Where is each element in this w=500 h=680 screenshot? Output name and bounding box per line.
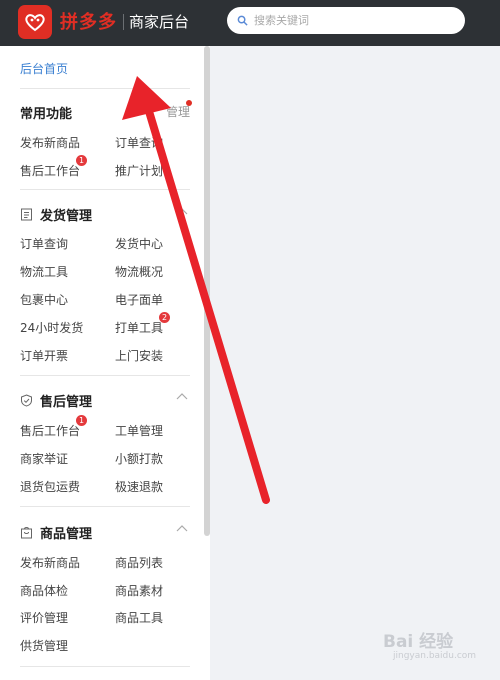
brand-divider [123,14,124,30]
divider [20,88,190,89]
badge-count: 1 [76,155,87,166]
search-input[interactable] [254,14,454,27]
manage-button[interactable]: 管理 [166,103,190,120]
search-box[interactable] [227,7,465,34]
chevron-up-icon[interactable] [176,207,188,215]
menu-item-supply-management[interactable]: 供货管理 [20,637,68,654]
divider [20,189,190,190]
badge-count: 1 [76,415,87,426]
divider [20,506,190,507]
pinduoduo-logo-icon[interactable] [18,5,52,39]
menu-item-print-tool[interactable]: 打单工具 [115,319,163,336]
chevron-up-icon[interactable] [176,524,188,532]
sidebar-home-link[interactable]: 后台首页 [20,60,68,77]
menu-item-order-query[interactable]: 订单查询 [115,134,163,151]
document-icon [20,208,33,221]
menu-item-order-invoice[interactable]: 订单开票 [20,347,68,364]
shield-check-icon [20,394,33,407]
menu-item-promotion-plan[interactable]: 推广计划 [115,162,163,179]
menu-item-aftersale-workbench[interactable]: 售后工作台 [20,422,80,439]
menu-item-package-center[interactable]: 包裹中心 [20,291,68,308]
menu-item-goods-tools[interactable]: 商品工具 [115,609,163,626]
menu-item-shipping-center[interactable]: 发货中心 [115,235,163,252]
section-aftersale-title[interactable]: 售后管理 [20,391,92,410]
top-bar: 拼多多 商家后台 [0,0,500,46]
menu-item-publish-goods[interactable]: 发布新商品 [20,554,80,571]
brand-name[interactable]: 拼多多 [60,8,117,34]
main-content-area [210,46,500,680]
baidu-watermark-url: jingyan.baidu.com [393,651,477,661]
menu-item-publish-goods[interactable]: 发布新商品 [20,134,80,151]
menu-item-goods-list[interactable]: 商品列表 [115,554,163,571]
menu-item-onsite-install[interactable]: 上门安装 [115,347,163,364]
menu-item-e-waybill[interactable]: 电子面单 [115,291,163,308]
menu-item-review-management[interactable]: 评价管理 [20,609,68,626]
menu-item-goods-check[interactable]: 商品体检 [20,582,68,599]
menu-item-order-query[interactable]: 订单查询 [20,235,68,252]
notification-dot [186,100,192,106]
brand-subtitle: 商家后台 [129,13,190,31]
divider [20,375,190,376]
section-common-title: 常用功能 [20,107,73,122]
menu-item-ticket-management[interactable]: 工单管理 [115,422,163,439]
menu-item-fast-refund[interactable]: 极速退款 [115,478,163,495]
menu-item-24h-shipping[interactable]: 24小时发货 [20,319,83,336]
section-shipping-title[interactable]: 发货管理 [20,205,92,224]
menu-item-goods-material[interactable]: 商品素材 [115,582,163,599]
menu-item-aftersale-workbench[interactable]: 售后工作台 [20,162,80,179]
bag-icon [20,526,33,539]
menu-item-return-shipping-fee[interactable]: 退货包运费 [20,478,80,495]
section-goods-title[interactable]: 商品管理 [20,523,92,542]
menu-item-logistics-overview[interactable]: 物流概况 [115,263,163,280]
menu-item-small-payment[interactable]: 小额打款 [115,450,163,467]
chevron-up-icon[interactable] [176,392,188,400]
menu-item-merchant-evidence[interactable]: 商家举证 [20,450,68,467]
search-icon [237,11,248,30]
divider [20,666,190,667]
menu-item-logistics-tools[interactable]: 物流工具 [20,263,68,280]
badge-count: 2 [159,312,170,323]
baidu-watermark: Bai 经验 [383,632,454,652]
